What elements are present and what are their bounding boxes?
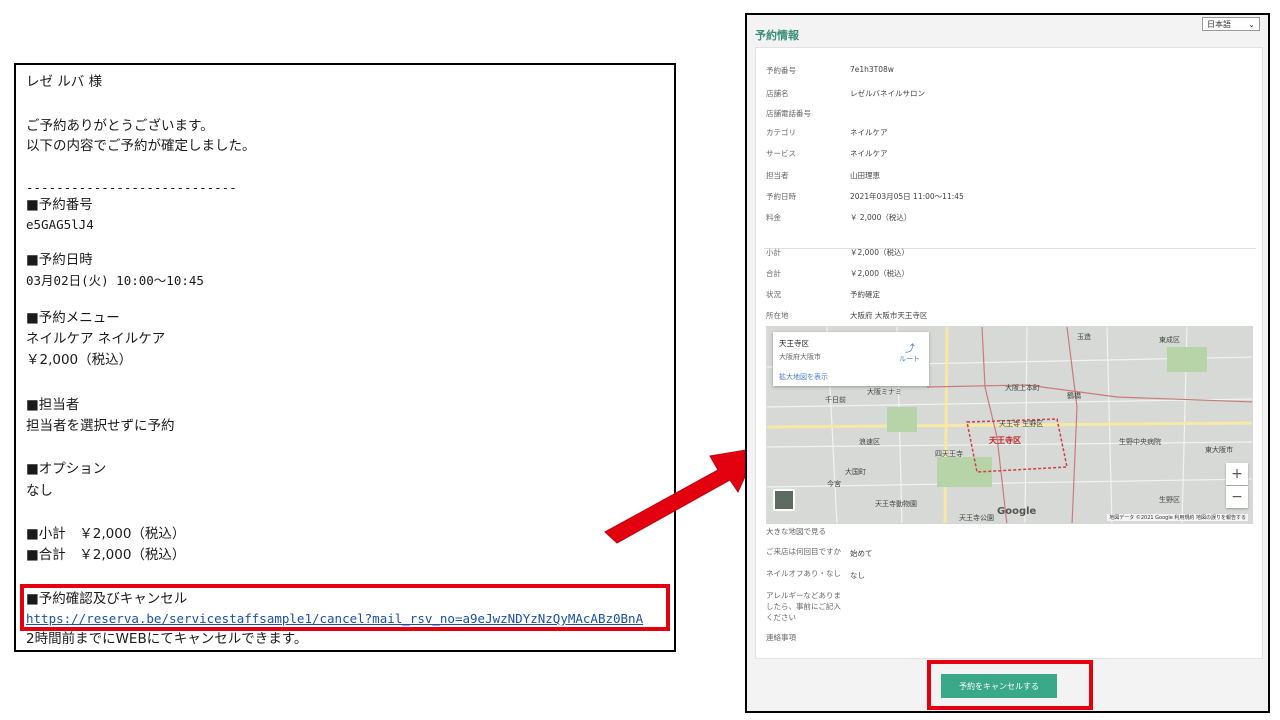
map-label: 大国町 bbox=[845, 468, 866, 476]
info-value: 2021年03月05日 11:00〜11:45 bbox=[850, 192, 964, 201]
info-value: ￥ 2,000（税込） bbox=[850, 213, 912, 222]
larger-map-link[interactable]: 拡大地図を表示 bbox=[779, 372, 828, 382]
option-value: なし bbox=[26, 483, 53, 499]
reservation-card: 予約番号 7e1h3T08w 店舗名 レゼルバネイルサロン 店舗電話番号 カテゴ… bbox=[755, 47, 1263, 659]
zoom-in-button[interactable]: + bbox=[1226, 463, 1248, 485]
email-panel: レゼ ルバ 様 ご予約ありがとうございます。 以下の内容でご予約が確定しました。… bbox=[14, 63, 676, 652]
map-label: 天王寺公園 bbox=[959, 514, 994, 522]
email-thanks: ご予約ありがとうございます。 bbox=[26, 118, 214, 134]
info-label: 連絡事項 bbox=[766, 633, 796, 642]
subtotal: ■小計 ￥2,000（税込） bbox=[26, 526, 186, 542]
info-label: 予約番号 bbox=[766, 66, 796, 75]
reservation-panel: 日本語 ⌄ 予約情報 予約番号 7e1h3T08w 店舗名 レゼルバネイルサロン… bbox=[745, 13, 1270, 713]
info-value: レゼルバネイルサロン bbox=[850, 89, 925, 98]
map-label: 浪速区 bbox=[859, 438, 880, 446]
map-label: 千日前 bbox=[825, 396, 846, 404]
datetime-value: 03月02日(火) 10:00〜10:45 bbox=[26, 273, 204, 288]
datetime-heading: ■予約日時 bbox=[26, 252, 93, 268]
map-label: 大阪ミナミ bbox=[867, 388, 902, 396]
divider bbox=[764, 248, 1256, 249]
info-label: ネイルオフあり・なし bbox=[766, 569, 841, 578]
map-label: 生野中央病院 bbox=[1119, 438, 1161, 446]
info-label: 状況 bbox=[766, 290, 781, 299]
info-label: 店舗名 bbox=[766, 89, 789, 98]
menu-value: ネイルケア ネイルケア bbox=[26, 331, 166, 347]
info-label: サービス bbox=[766, 149, 796, 158]
info-value: 山田理恵 bbox=[850, 171, 880, 180]
map-label: 生野区 bbox=[1159, 496, 1180, 504]
option-heading: ■オプション bbox=[26, 461, 107, 477]
cancel-button-highlight bbox=[927, 660, 1093, 710]
info-value: ネイルケア bbox=[850, 128, 888, 137]
staff-value: 担当者を選択せずに予約 bbox=[26, 418, 175, 434]
zoom-out-button[interactable]: − bbox=[1226, 486, 1248, 508]
info-value: ネイルケア bbox=[850, 149, 888, 158]
info-value: 大阪府 大阪市天王寺区 bbox=[850, 311, 928, 320]
map-label: 鶴橋 bbox=[1067, 392, 1081, 400]
language-label: 日本語 bbox=[1207, 19, 1231, 29]
menu-price: ￥2,000（税込） bbox=[26, 352, 133, 368]
language-select[interactable]: 日本語 ⌄ bbox=[1202, 17, 1260, 31]
info-label: 合計 bbox=[766, 269, 781, 278]
map-layer-toggle[interactable] bbox=[773, 489, 795, 511]
info-label: 予約日時 bbox=[766, 192, 796, 201]
info-value: ￥2,000（税込） bbox=[850, 269, 909, 278]
map-label: 四天王寺 bbox=[935, 450, 963, 458]
info-label: 所在地 bbox=[766, 311, 789, 320]
info-value: 7e1h3T08w bbox=[850, 65, 894, 74]
info-label: アレルギーなどありましたら、事前にご記入ください bbox=[766, 591, 841, 622]
map-footer[interactable]: 地図データ ©2021 Google 利用規約 地図の誤りを報告する bbox=[1107, 514, 1248, 521]
info-value: 始めて bbox=[850, 549, 873, 558]
page-title: 予約情報 bbox=[755, 29, 799, 42]
map-district-label: 天王寺区 bbox=[989, 436, 1021, 445]
info-label: 店舗電話番号 bbox=[766, 109, 811, 118]
email-separator: ---------------------------- bbox=[26, 180, 237, 195]
email-greeting: レゼ ルバ 様 bbox=[26, 74, 103, 90]
email-confirmed: 以下の内容でご予約が確定しました。 bbox=[26, 138, 256, 154]
info-value: なし bbox=[850, 571, 865, 580]
info-label: 担当者 bbox=[766, 171, 789, 180]
google-logo: Google bbox=[997, 506, 1037, 517]
map-label: 今宮 bbox=[827, 480, 841, 488]
question-row: アレルギーなどありましたら、事前にご記入ください bbox=[766, 590, 846, 623]
map-label: 東大阪市 bbox=[1205, 446, 1233, 454]
info-label: 料金 bbox=[766, 213, 781, 222]
red-arrow-icon bbox=[604, 447, 759, 544]
map-place-name: 天王寺区 bbox=[779, 339, 809, 348]
cancel-note: 2時間前までにWEBにてキャンセルできます。 bbox=[26, 631, 308, 647]
directions-icon[interactable]: ⤴ bbox=[905, 340, 915, 355]
info-label: 小計 bbox=[766, 248, 781, 257]
info-value: 予約確定 bbox=[850, 290, 880, 299]
reservation-number: e5GAG5lJ4 bbox=[26, 217, 94, 232]
menu-heading: ■予約メニュー bbox=[26, 310, 120, 326]
map-label: 天王寺 生野区 bbox=[999, 420, 1044, 428]
staff-heading: ■担当者 bbox=[26, 397, 80, 413]
map-info-card: 天王寺区 大阪府大阪市 ⤴ ルート 拡大地図を表示 bbox=[773, 332, 929, 386]
reservation-number-heading: ■予約番号 bbox=[26, 197, 93, 213]
info-label: カテゴリ bbox=[766, 128, 796, 137]
map-label: 玉造 bbox=[1077, 333, 1091, 341]
map-embed[interactable]: 天王寺区 浪速区 東成区 生野区 今宮 大国町 天王寺動物園 天王寺公園 大阪上… bbox=[766, 326, 1253, 524]
cancel-link-highlight bbox=[20, 584, 670, 631]
total: ■合計 ￥2,000（税込） bbox=[26, 547, 186, 563]
map-label: 天王寺動物園 bbox=[875, 500, 917, 508]
info-value: ￥2,000（税込） bbox=[850, 248, 909, 257]
info-label: ご来店は何回目ですか bbox=[766, 547, 841, 556]
route-link[interactable]: ルート bbox=[899, 354, 920, 364]
map-label: 東成区 bbox=[1159, 336, 1180, 344]
map-label: 大阪上本町 bbox=[1005, 384, 1040, 392]
chevron-down-icon: ⌄ bbox=[1248, 19, 1255, 29]
map-place-sub: 大阪府大阪市 bbox=[779, 353, 821, 361]
